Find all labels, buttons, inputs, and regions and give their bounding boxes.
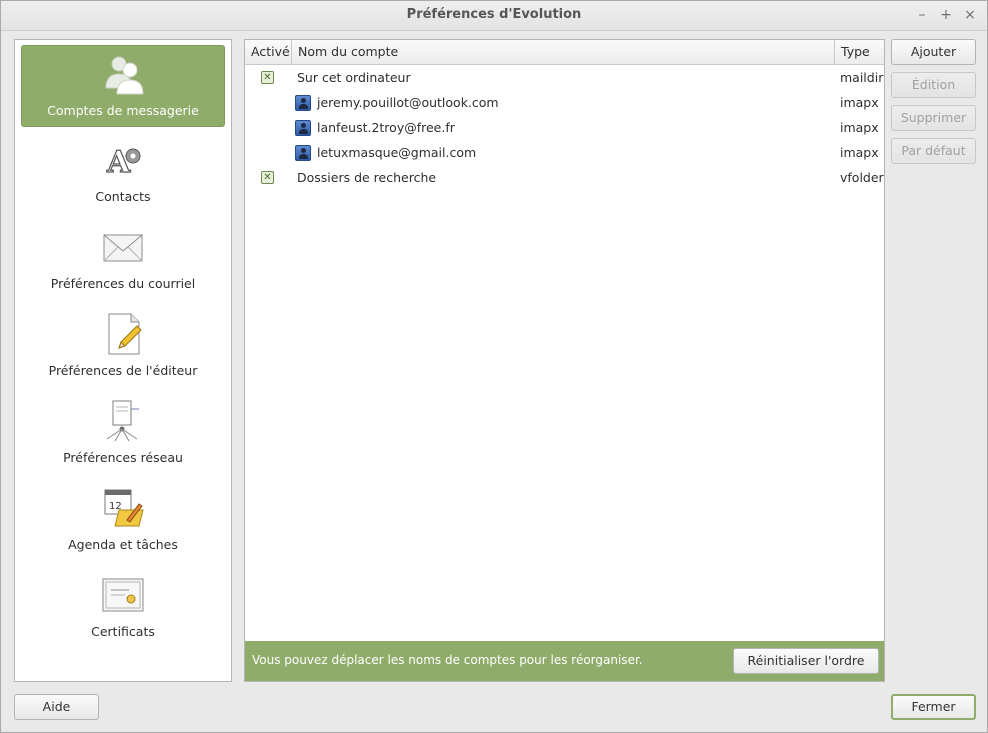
edit-account-button[interactable]: Édition — [891, 72, 976, 98]
title-bar: Préférences d'Evolution – + × — [1, 1, 987, 31]
enabled-checkbox[interactable]: ✕ — [261, 71, 274, 84]
account-user-icon — [295, 120, 311, 136]
table-row[interactable]: letuxmasque@gmail.com imapx — [245, 140, 884, 165]
sidebar-item-mail-preferences[interactable]: Préférences du courriel — [21, 219, 225, 301]
contacts-gear-icon: A — [105, 144, 141, 181]
category-sidebar: Comptes de messagerie A Contacts Préfére… — [14, 39, 232, 682]
account-type: vfolder — [840, 170, 884, 185]
table-row[interactable]: ✕ Sur cet ordinateur maildir — [245, 65, 884, 90]
column-type[interactable]: Type — [835, 40, 884, 64]
sidebar-item-contacts[interactable]: A Contacts — [21, 132, 225, 214]
certificate-icon — [102, 578, 144, 612]
envelope-icon — [103, 234, 143, 262]
accounts-table: Activé Nom du compte Type ✕ Sur cet ordi… — [244, 39, 885, 682]
sidebar-item-label: Comptes de messagerie — [47, 103, 199, 118]
account-type: imapx — [840, 145, 879, 160]
delete-account-button[interactable]: Supprimer — [891, 105, 976, 131]
sidebar-item-mail-accounts[interactable]: Comptes de messagerie — [21, 45, 225, 127]
reorder-info-bar: Vous pouvez déplacer les noms de comptes… — [245, 641, 884, 681]
sidebar-item-label: Préférences du courriel — [50, 276, 196, 291]
sidebar-item-label: Contacts — [95, 189, 151, 204]
reorder-info-message: Vous pouvez déplacer les noms de comptes… — [252, 653, 643, 667]
table-header: Activé Nom du compte Type — [245, 40, 884, 65]
account-name: lanfeust.2troy@free.fr — [317, 120, 455, 135]
column-enabled[interactable]: Activé — [245, 40, 292, 64]
account-name: Dossiers de recherche — [297, 170, 437, 185]
sidebar-item-label: Certificats — [91, 624, 155, 639]
sidebar-item-certificates[interactable]: Certificats — [21, 567, 225, 649]
sidebar-item-label: Agenda et tâches — [68, 537, 178, 552]
account-type: imapx — [840, 120, 879, 135]
preferences-window: Préférences d'Evolution – + × Comptes de… — [0, 0, 988, 733]
account-user-icon — [295, 95, 311, 111]
set-default-button[interactable]: Par défaut — [891, 138, 976, 164]
account-type: maildir — [840, 70, 884, 85]
account-name: letuxmasque@gmail.com — [317, 145, 477, 160]
account-name: jeremy.pouillot@outlook.com — [317, 95, 499, 110]
reset-order-button[interactable]: Réinitialiser l'ordre — [733, 648, 879, 674]
column-account-name[interactable]: Nom du compte — [292, 40, 835, 64]
add-account-button[interactable]: Ajouter — [891, 39, 976, 65]
sidebar-item-label: Préférences réseau — [63, 450, 183, 465]
account-name: Sur cet ordinateur — [297, 70, 411, 85]
people-icon — [105, 56, 144, 95]
table-row[interactable]: jeremy.pouillot@outlook.com imapx — [245, 90, 884, 115]
network-icon — [106, 400, 139, 442]
svg-text:A: A — [106, 145, 131, 180]
maximize-button[interactable]: + — [937, 6, 955, 24]
table-row[interactable]: lanfeust.2troy@free.fr imapx — [245, 115, 884, 140]
window-title: Préférences d'Evolution — [406, 7, 582, 22]
account-user-icon — [295, 145, 311, 161]
close-button[interactable]: Fermer — [891, 694, 976, 720]
document-pencil-icon — [108, 313, 142, 355]
close-window-button[interactable]: × — [961, 6, 979, 24]
table-row[interactable]: ✕ Dossiers de recherche vfolder — [245, 165, 884, 190]
account-type: imapx — [840, 95, 879, 110]
sidebar-item-calendar-tasks[interactable]: 12 Agenda et tâches — [21, 480, 225, 562]
minimize-button[interactable]: – — [913, 6, 931, 24]
sidebar-item-label: Préférences de l'éditeur — [48, 363, 198, 378]
calendar-icon: 12 — [104, 489, 144, 527]
sidebar-item-network-preferences[interactable]: Préférences réseau — [21, 393, 225, 475]
help-button[interactable]: Aide — [14, 694, 99, 720]
enabled-checkbox[interactable]: ✕ — [261, 171, 274, 184]
sidebar-item-editor-preferences[interactable]: Préférences de l'éditeur — [21, 306, 225, 388]
